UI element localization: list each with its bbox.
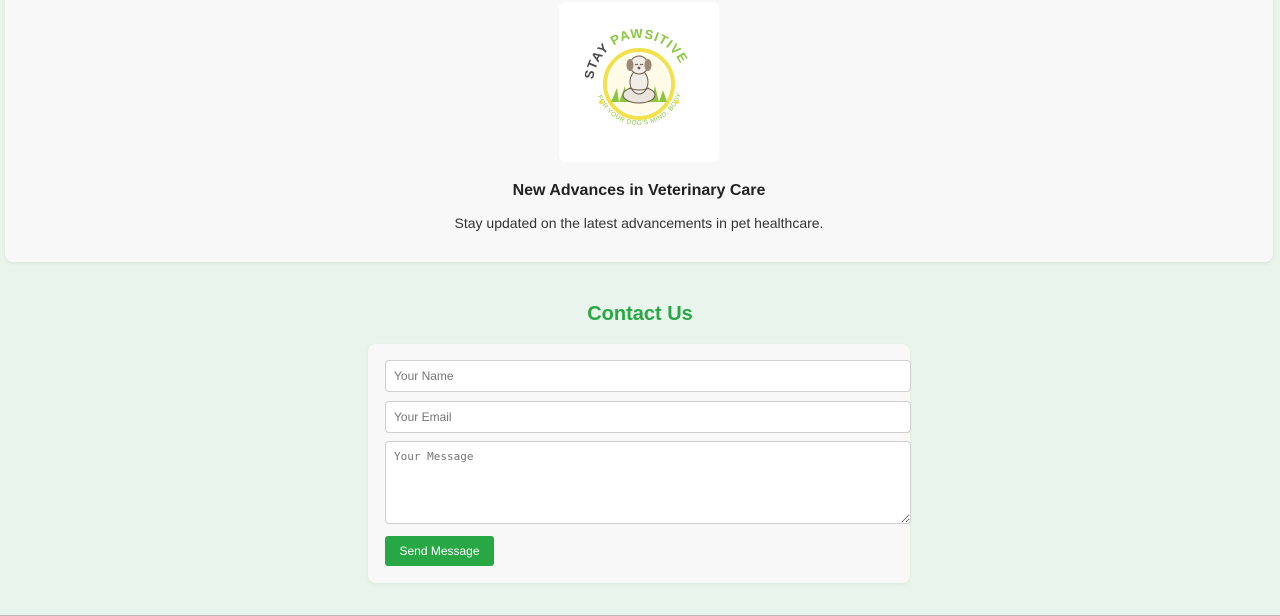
stay-pawsitive-logo-icon: STAY PAWSITIVE FOR YOUR DOG'S MIND, BODY… bbox=[559, 2, 690, 127]
article-description: Stay updated on the latest advancements … bbox=[454, 215, 824, 231]
contact-form: Send Message bbox=[368, 344, 911, 583]
email-input[interactable] bbox=[385, 401, 911, 433]
message-textarea[interactable] bbox=[385, 441, 911, 524]
article-title: New Advances in Veterinary Care bbox=[512, 182, 766, 199]
article-card: STAY PAWSITIVE FOR YOUR DOG'S MIND, BODY… bbox=[5, 0, 1273, 262]
article-image: STAY PAWSITIVE FOR YOUR DOG'S MIND, BODY… bbox=[559, 2, 719, 162]
contact-heading: Contact Us bbox=[587, 303, 693, 325]
send-message-button[interactable]: Send Message bbox=[385, 536, 494, 566]
name-input[interactable] bbox=[385, 360, 911, 392]
